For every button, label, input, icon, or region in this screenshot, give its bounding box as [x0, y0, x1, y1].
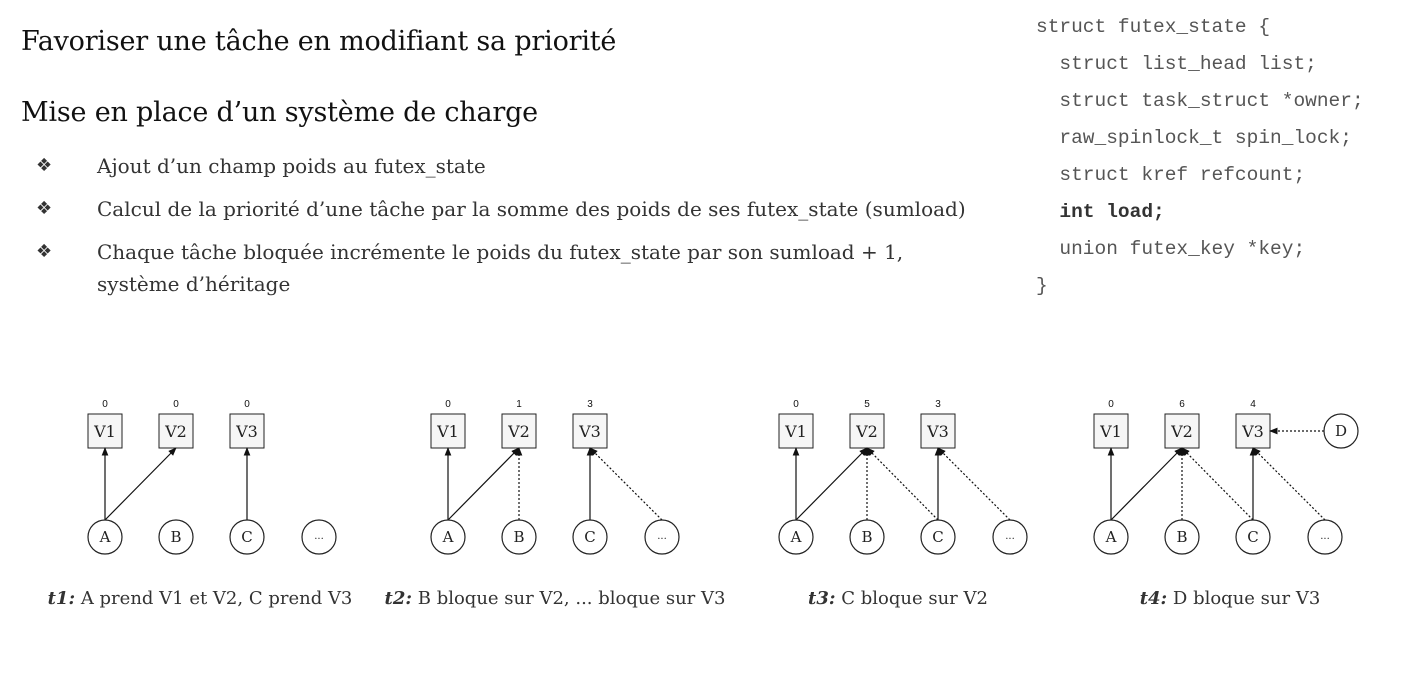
hold-arrow	[1110, 447, 1183, 521]
resource-label: V2	[164, 422, 187, 441]
resource-weight: 0	[1108, 399, 1114, 410]
task-label: A	[1105, 528, 1117, 546]
task-label: ...	[314, 531, 324, 542]
resource-label: V2	[507, 422, 530, 441]
resource-label: V3	[578, 422, 601, 441]
resource-weight: 3	[935, 399, 941, 410]
resource-label: V2	[1170, 422, 1193, 441]
task-label: D	[1335, 422, 1347, 440]
resource-weight: 1	[516, 399, 522, 410]
task-label: A	[442, 528, 454, 546]
resource-weight: 4	[1250, 399, 1256, 410]
diagram-caption: t4: D bloque sur V3	[1140, 588, 1321, 609]
caption-label: t2:	[384, 588, 413, 609]
task-label: C	[1247, 528, 1258, 546]
resource-label: V3	[1241, 422, 1264, 441]
task-label: C	[584, 528, 595, 546]
block-arrow	[1181, 447, 1254, 521]
resource-weight: 5	[864, 399, 870, 410]
task-label: ...	[1320, 531, 1330, 542]
block-arrow	[589, 447, 663, 521]
task-label: C	[932, 528, 943, 546]
block-arrow	[866, 447, 939, 521]
block-arrow	[1252, 447, 1326, 521]
caption-text: C bloque sur V2	[835, 588, 988, 609]
resource-weight: 0	[173, 399, 179, 410]
task-label: B	[1176, 528, 1187, 546]
hold-arrow	[104, 447, 177, 521]
task-label: ...	[1005, 531, 1015, 542]
resource-weight: 0	[244, 399, 250, 410]
resource-label: V1	[93, 422, 116, 441]
caption-label: t3:	[808, 588, 836, 609]
diagram-caption: t2: B bloque sur V2, ... bloque sur V3	[385, 588, 726, 609]
resource-label: V1	[436, 422, 459, 441]
task-label: ...	[657, 531, 667, 542]
diagram-caption: t1: A prend V1 et V2, C prend V3	[48, 588, 353, 609]
task-label: B	[513, 528, 524, 546]
hold-arrow	[795, 447, 868, 521]
task-label: B	[861, 528, 872, 546]
resource-label: V3	[926, 422, 949, 441]
caption-text: B bloque sur V2, ... bloque sur V3	[412, 588, 726, 609]
resource-label: V2	[855, 422, 878, 441]
caption-text: D bloque sur V3	[1167, 588, 1321, 609]
task-label: C	[241, 528, 252, 546]
hold-arrow	[447, 447, 520, 521]
resource-weight: 3	[587, 399, 593, 410]
resource-weight: 0	[102, 399, 108, 410]
task-label: B	[170, 528, 181, 546]
caption-text: A prend V1 et V2, C prend V3	[75, 588, 353, 609]
caption-label: t4:	[1139, 588, 1168, 609]
resource-weight: 0	[445, 399, 451, 410]
resource-label: V1	[784, 422, 807, 441]
task-label: A	[790, 528, 802, 546]
resource-label: V1	[1099, 422, 1122, 441]
block-arrow	[937, 447, 1011, 521]
futex-diagrams: V1 0 V2 0 V3 0 A B C ... V1 0 V2 1 V3 3 A B C ... V1 0 V2 5 V3 3 A…	[87, 399, 1359, 555]
task-label: A	[99, 528, 111, 546]
resource-label: V3	[235, 422, 258, 441]
resource-weight: 6	[1179, 399, 1185, 410]
caption-label: t1:	[47, 588, 76, 609]
resource-weight: 0	[793, 399, 799, 410]
diagram-caption: t3: C bloque sur V2	[808, 588, 988, 609]
